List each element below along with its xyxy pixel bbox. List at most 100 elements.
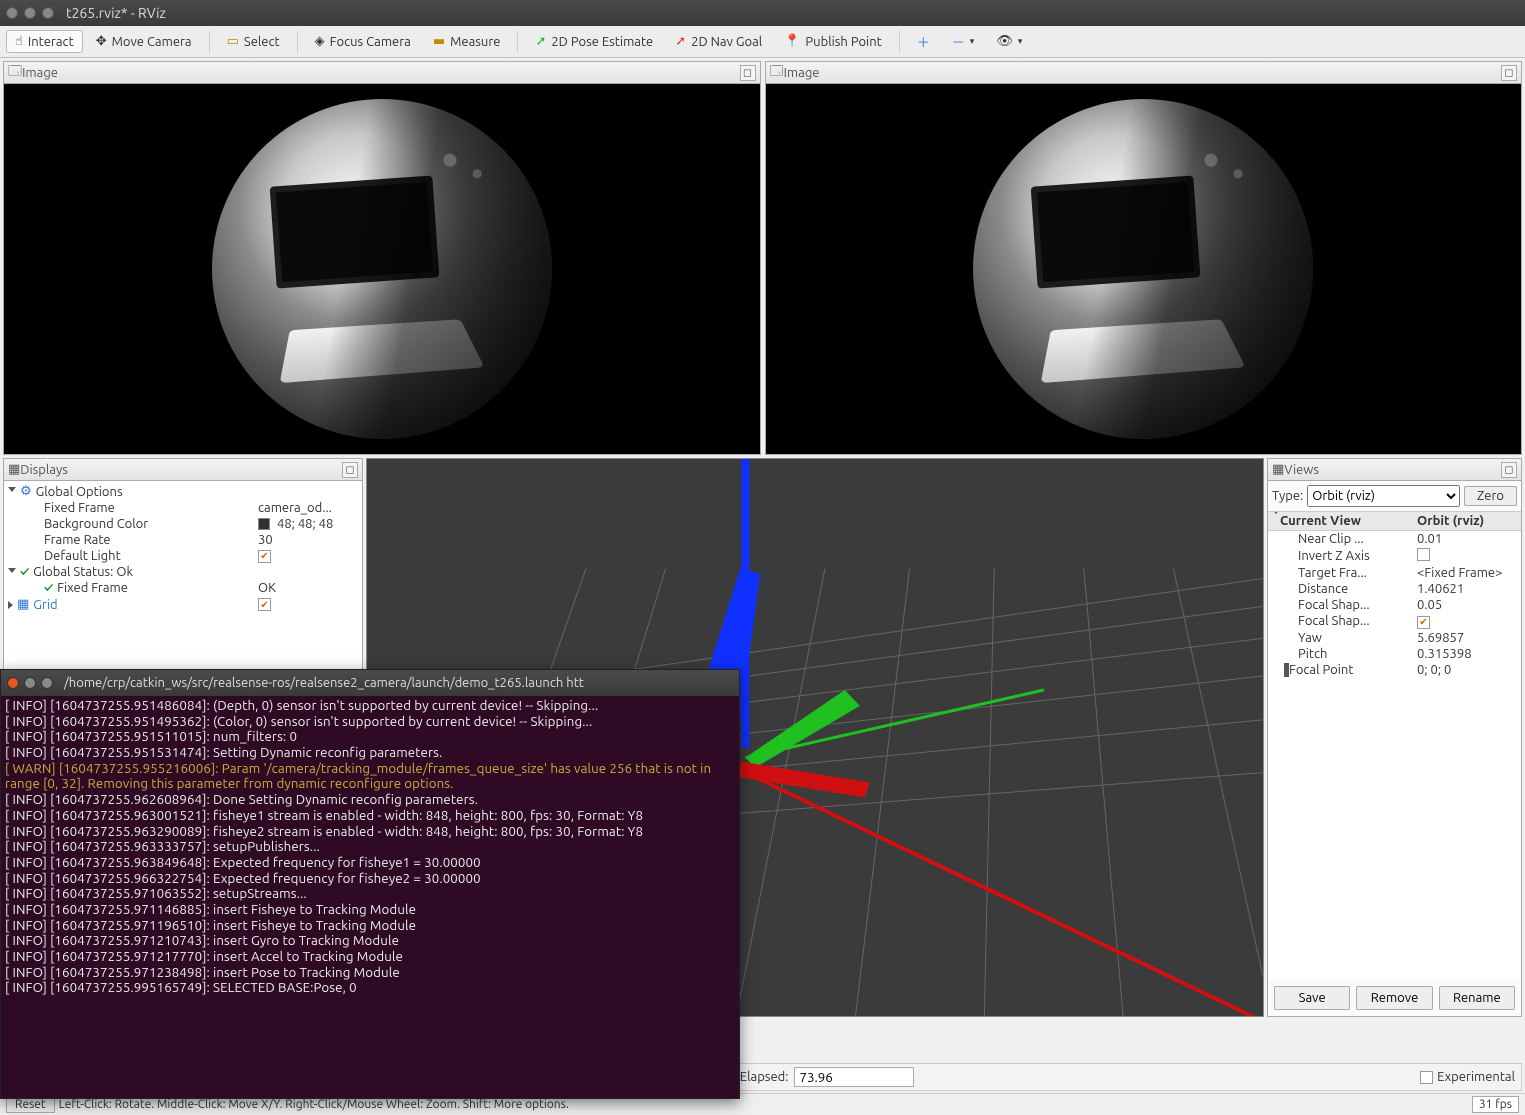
- terminal-window[interactable]: /home/crp/catkin_ws/src/realsense-ros/re…: [0, 669, 740, 1099]
- views-tree[interactable]: Current ViewOrbit (rviz) Near Clip ...0.…: [1268, 512, 1521, 980]
- tree-value[interactable]: 30: [258, 533, 358, 547]
- close-icon[interactable]: [7, 677, 19, 689]
- tree-item-global-status[interactable]: ✓Global Status: Ok: [4, 564, 362, 580]
- view-prop-yaw[interactable]: Yaw5.69857: [1268, 630, 1521, 646]
- checkbox-icon[interactable]: [258, 598, 271, 611]
- prop-key: Yaw: [1272, 631, 1417, 645]
- toolbar-separator: [899, 31, 900, 53]
- add-button[interactable]: ＋: [908, 28, 939, 55]
- view-prop-distance[interactable]: Distance1.40621: [1268, 581, 1521, 597]
- checkbox-icon[interactable]: [1417, 548, 1430, 561]
- prop-val[interactable]: <Fixed Frame>: [1417, 566, 1517, 580]
- prop-val[interactable]: [1417, 548, 1517, 564]
- visibility-button[interactable]: 👁▾: [987, 30, 1031, 53]
- tree-item-bg-color[interactable]: Background Color48; 48; 48: [4, 516, 362, 532]
- tree-label: Fixed Frame: [44, 501, 254, 515]
- select-button[interactable]: ▭Select: [218, 30, 289, 53]
- minimize-icon[interactable]: [24, 677, 36, 689]
- interact-button[interactable]: ☝Interact: [6, 30, 83, 53]
- panel-icon: ▦: [1272, 462, 1284, 477]
- main-toolbar: ☝Interact ✥ Move Camera ▭Select ◈Focus Ca…: [0, 26, 1525, 58]
- nav-goal-button[interactable]: ➚2D Nav Goal: [666, 30, 771, 53]
- prop-val[interactable]: 1.40621: [1417, 582, 1517, 596]
- close-icon[interactable]: ◻: [740, 65, 756, 81]
- views-tree-header: Current ViewOrbit (rviz): [1268, 512, 1521, 531]
- prop-val[interactable]: 0.05: [1417, 598, 1517, 612]
- view-type-select[interactable]: Orbit (rviz): [1307, 485, 1460, 507]
- plus-icon: ＋: [917, 32, 930, 51]
- panel-title: Views: [1284, 463, 1319, 477]
- view-prop-near-clip[interactable]: Near Clip ...0.01: [1268, 531, 1521, 547]
- tree-item-grid[interactable]: ▦Grid: [4, 596, 362, 613]
- chevron-down-icon: ▾: [1018, 36, 1023, 47]
- terminal-output[interactable]: [ INFO] [1604737255.951486084]: (Depth, …: [1, 696, 739, 1098]
- fps-counter: 31 fps: [1472, 1096, 1519, 1113]
- publish-point-button[interactable]: 📍Publish Point: [775, 30, 891, 53]
- color-text: 48; 48; 48: [277, 517, 333, 531]
- fisheye-image-left: [4, 84, 760, 454]
- view-prop-focal-shape-fixed[interactable]: Focal Shap...: [1268, 613, 1521, 630]
- ruler-icon: ▬: [433, 34, 445, 49]
- focus-camera-button[interactable]: ◈Focus Camera: [306, 30, 420, 53]
- tree-value[interactable]: [258, 550, 358, 563]
- tree-label: Default Light: [44, 549, 254, 563]
- remove-button[interactable]: Remove: [1356, 986, 1432, 1010]
- move-camera-button[interactable]: ✥ Move Camera: [87, 30, 201, 53]
- view-prop-invert-z[interactable]: Invert Z Axis: [1268, 547, 1521, 565]
- terminal-titlebar[interactable]: /home/crp/catkin_ws/src/realsense-ros/re…: [1, 670, 739, 696]
- panel-header[interactable]: 🗔 Image ◻: [766, 62, 1522, 84]
- panel-header[interactable]: 🗔 Image ◻: [4, 62, 760, 84]
- elapsed-input[interactable]: [794, 1067, 914, 1087]
- close-icon[interactable]: ◻: [342, 462, 358, 478]
- type-label: Type:: [1272, 489, 1303, 503]
- fisheye-image-right: [766, 84, 1522, 454]
- prop-val[interactable]: 0.315398: [1417, 647, 1517, 661]
- image-icon: 🗔: [8, 62, 22, 84]
- checkbox-icon[interactable]: [1417, 616, 1430, 629]
- maximize-icon[interactable]: [42, 7, 54, 19]
- close-icon[interactable]: [6, 7, 18, 19]
- measure-button[interactable]: ▬Measure: [424, 30, 510, 53]
- tree-value[interactable]: [258, 598, 358, 611]
- maximize-icon[interactable]: [41, 677, 53, 689]
- expand-icon[interactable]: [8, 601, 13, 609]
- tree-value[interactable]: 48; 48; 48: [258, 517, 358, 531]
- checkbox-icon[interactable]: [258, 550, 271, 563]
- minus-icon: －: [952, 32, 965, 51]
- tree-item-fixed-frame-status[interactable]: ✓Fixed FrameOK: [4, 580, 362, 596]
- color-swatch: [258, 518, 270, 530]
- tree-item-fixed-frame[interactable]: Fixed Frame camera_od...: [4, 500, 362, 516]
- experimental-checkbox[interactable]: [1420, 1071, 1433, 1084]
- prop-val[interactable]: 5.69857: [1417, 631, 1517, 645]
- expand-icon[interactable]: [1272, 512, 1280, 532]
- pose-estimate-button[interactable]: ➚2D Pose Estimate: [526, 30, 662, 53]
- expand-icon[interactable]: [8, 487, 16, 496]
- view-prop-focal-shape-size[interactable]: Focal Shap...0.05: [1268, 597, 1521, 613]
- close-icon[interactable]: ◻: [1501, 462, 1517, 478]
- hand-icon: ☝: [15, 34, 23, 49]
- tree-value[interactable]: camera_od...: [258, 501, 358, 515]
- view-prop-target-frame[interactable]: Target Fra...<Fixed Frame>: [1268, 565, 1521, 581]
- expand-icon[interactable]: [8, 568, 16, 577]
- tree-item-default-light[interactable]: Default Light: [4, 548, 362, 564]
- prop-val[interactable]: 0.01: [1417, 532, 1517, 546]
- view-prop-pitch[interactable]: Pitch0.315398: [1268, 646, 1521, 662]
- move-camera-label: Move Camera: [112, 35, 192, 49]
- minimize-icon[interactable]: [24, 7, 36, 19]
- save-button[interactable]: Save: [1274, 986, 1350, 1010]
- prop-val[interactable]: [1417, 614, 1517, 629]
- close-icon[interactable]: ◻: [1501, 65, 1517, 81]
- rename-button[interactable]: Rename: [1439, 986, 1515, 1010]
- zero-button[interactable]: Zero: [1464, 486, 1517, 506]
- panel-header[interactable]: ▦ Views ◻: [1268, 459, 1521, 481]
- tree-item-global-options[interactable]: ⚙Global Options: [4, 483, 362, 500]
- toolbar-separator: [517, 31, 518, 53]
- remove-button[interactable]: －▾: [943, 28, 984, 55]
- tree-item-frame-rate[interactable]: Frame Rate30: [4, 532, 362, 548]
- prop-val[interactable]: 0; 0; 0: [1417, 663, 1517, 677]
- move-icon: ✥: [96, 34, 107, 49]
- panel-header[interactable]: ▦ Displays ◻: [4, 459, 362, 481]
- view-prop-focal-point[interactable]: Focal Point 0; 0; 0: [1268, 662, 1521, 678]
- prop-key: Near Clip ...: [1272, 532, 1417, 546]
- prop-key: Focal Point: [1289, 663, 1353, 677]
